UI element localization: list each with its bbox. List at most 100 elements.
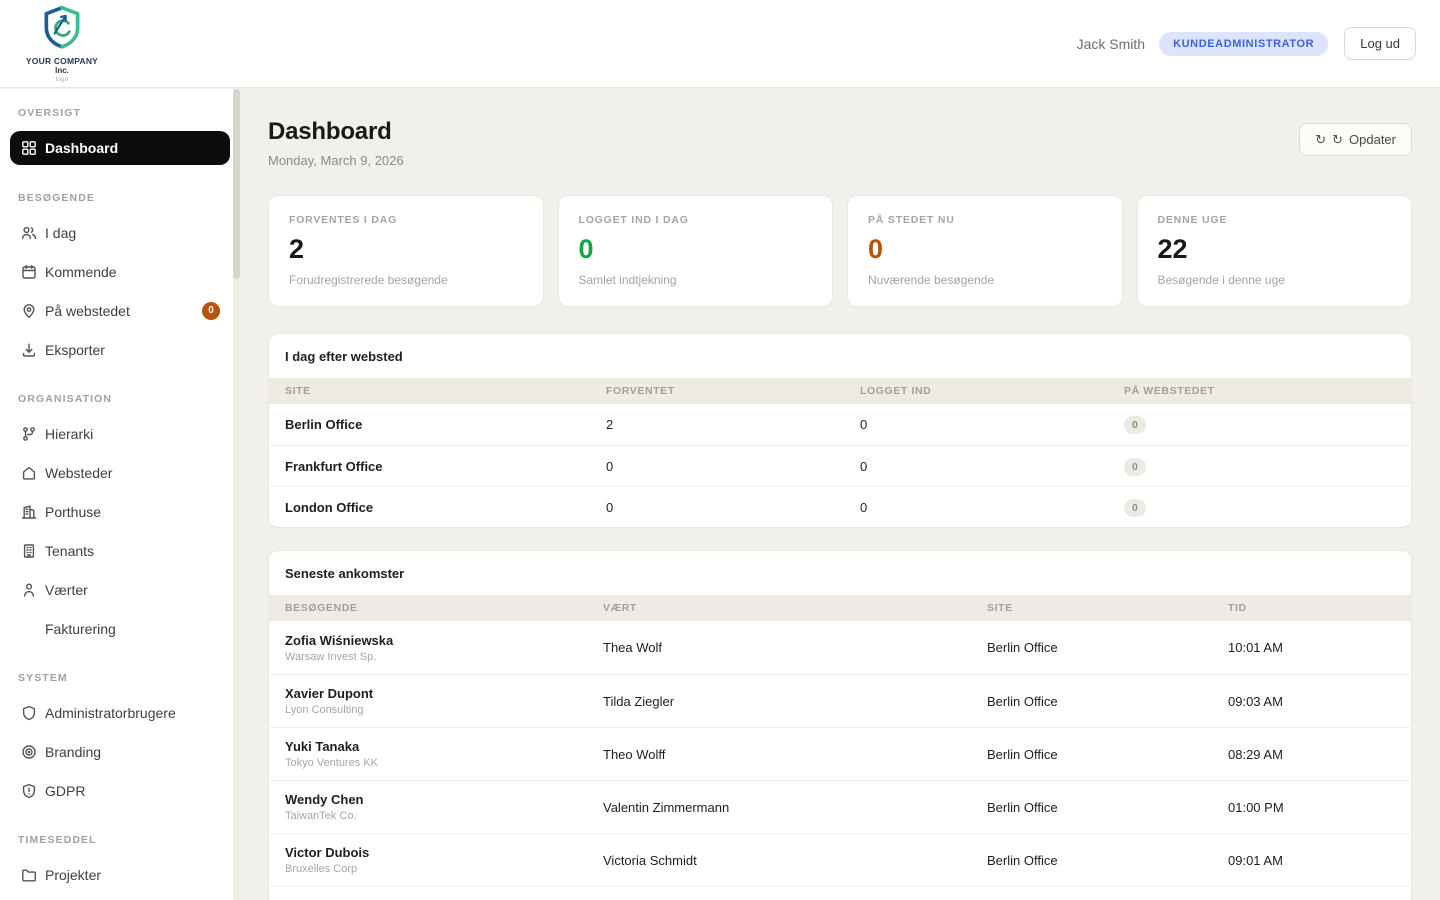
sidebar-item-label: Administratorbrugere (45, 705, 176, 721)
sidebar-item-label: Projekter (45, 867, 101, 883)
table-row[interactable]: Berlin Office200 (269, 404, 1411, 445)
sidebar-item-gennemg-og-godkend[interactable]: Gennemgå og godkend (10, 894, 230, 900)
sidebar-item-label: I dag (45, 225, 76, 241)
stat-value: 2 (289, 236, 523, 263)
table-row[interactable]: Uma Patel (269, 886, 1411, 900)
home-icon (21, 465, 37, 481)
stat-sublabel: Besøgende i denne uge (1158, 273, 1392, 287)
logged-in-cell: 0 (860, 417, 1124, 432)
stat-value: 0 (579, 236, 813, 263)
time-cell: 09:01 AM (1228, 853, 1395, 868)
table-row[interactable]: Victor DuboisBruxelles CorpVictoria Schm… (269, 833, 1411, 886)
site-cell: Berlin Office (285, 417, 606, 432)
sidebar-scrollbar-thumb[interactable] (233, 89, 240, 279)
site-table-body: Berlin Office200Frankfurt Office000Londo… (269, 404, 1411, 527)
sidebar-item-v-rter[interactable]: Værter (10, 570, 230, 609)
visitor-cell: Zofia WiśniewskaWarsaw Invest Sp. (285, 633, 603, 663)
sidebar-item-administratorbrugere[interactable]: Administratorbrugere (10, 693, 230, 732)
company-logo[interactable]: YOUR COMPANY Inc. logo (20, 4, 104, 83)
visitor-company: Bruxelles Corp (285, 863, 603, 875)
on-site-badge: 0 (1124, 458, 1146, 476)
stat-sublabel: Nuværende besøgende (868, 273, 1102, 287)
sidebar-scrollbar-track[interactable] (233, 89, 240, 900)
table-row[interactable]: Wendy ChenTaiwanTek Co.Valentin Zimmerma… (269, 780, 1411, 833)
column-header: SITE (987, 602, 1228, 614)
sidebar-section-label: ORGANISATION (0, 369, 240, 414)
sidebar-item-tenants[interactable]: Tenants (10, 531, 230, 570)
target-icon (21, 744, 37, 760)
stat-card-p-stedet-nu: PÅ STEDET NU0Nuværende besøgende (847, 195, 1123, 307)
time-cell: 08:29 AM (1228, 747, 1395, 762)
expected-cell: 0 (606, 500, 860, 515)
sidebar-item-dashboard[interactable]: Dashboard (10, 131, 230, 165)
sidebar-item-i-dag[interactable]: I dag (10, 213, 230, 252)
sidebar-section-label: OVERSIGT (0, 89, 240, 128)
sidebar-item-websteder[interactable]: Websteder (10, 453, 230, 492)
logo-inc-text: Inc. (55, 66, 69, 75)
stat-card-denne-uge: DENNE UGE22Besøgende i denne uge (1137, 195, 1413, 307)
sidebar-section: OVERSIGTDashboard (0, 89, 240, 165)
stat-label: DENNE UGE (1158, 214, 1392, 226)
sidebar-section: SYSTEM Administratorbrugere BrandingGDPR (0, 648, 240, 810)
dashboard-grid-icon (21, 140, 37, 156)
stat-card-logget-ind-i-dag: LOGGET IND I DAG0Samlet indtjekning (558, 195, 834, 307)
table-row[interactable]: Yuki TanakaTokyo Ventures KKTheo WolffBe… (269, 727, 1411, 780)
on-site-badge: 0 (1124, 499, 1146, 517)
sidebar-item-label: Eksporter (45, 342, 105, 358)
sidebar-section-label: BESØGENDE (0, 168, 240, 213)
visitor-company: Lyon Consulting (285, 704, 603, 716)
sidebar-item-porthuse[interactable]: Porthuse (10, 492, 230, 531)
logout-button[interactable]: Log ud (1344, 27, 1416, 60)
site-cell: Berlin Office (987, 747, 1228, 762)
sidebar-item-label: Tenants (45, 543, 94, 559)
table-row[interactable]: Xavier DupontLyon ConsultingTilda Ziegle… (269, 674, 1411, 727)
person-icon (21, 582, 37, 598)
logo-shield-icon (40, 4, 84, 55)
visitor-name: Wendy Chen (285, 792, 603, 807)
stats-row: FORVENTES I DAG2Forudregistrerede besøge… (268, 195, 1412, 307)
sidebar-item-branding[interactable]: Branding (10, 732, 230, 771)
sidebar-item-label: Fakturering (45, 621, 116, 637)
stat-label: FORVENTES I DAG (289, 214, 523, 226)
site-cell: Berlin Office (987, 800, 1228, 815)
shield-icon (21, 705, 37, 721)
sidebar-item-projekter[interactable]: Projekter (10, 855, 230, 894)
visitor-name: Xavier Dupont (285, 686, 603, 701)
table-row[interactable]: London Office000 (269, 486, 1411, 527)
column-header: LOGGET IND (860, 385, 1124, 397)
sidebar-item-label: Websteder (45, 465, 112, 481)
column-header: VÆRT (603, 602, 987, 614)
visitor-company: Warsaw Invest Sp. (285, 651, 603, 663)
sidebar-item-label: Hierarki (45, 426, 93, 442)
sidebar-item-eksporter[interactable]: Eksporter (10, 330, 230, 369)
sidebar-item-p-webstedet[interactable]: På webstedet 0 (10, 291, 230, 330)
sidebar-item-label: Værter (45, 582, 88, 598)
page: YOUR COMPANY Inc. logo Jack Smith KUNDEA… (0, 0, 1440, 900)
refresh-button[interactable]: ↻ ↻ Opdater (1299, 123, 1412, 156)
visitor-company: TaiwanTek Co. (285, 810, 603, 822)
arrivals-table-title: Seneste ankomster (269, 551, 1411, 595)
page-date: Monday, March 9, 2026 (268, 153, 404, 168)
sidebar-item-fakturering[interactable]: Fakturering (10, 609, 230, 648)
site-cell: Berlin Office (987, 640, 1228, 655)
sidebar-item-label: På webstedet (45, 303, 130, 319)
role-badge: KUNDEADMINISTRATOR (1159, 32, 1328, 56)
logged-in-cell: 0 (860, 459, 1124, 474)
sidebar-section: TIMESEDDELProjekterGennemgå og godkendEk… (0, 810, 240, 900)
sidebar-item-gdpr[interactable]: GDPR (10, 771, 230, 810)
sidebar-item-hierarki[interactable]: Hierarki (10, 414, 230, 453)
table-row[interactable]: Frankfurt Office000 (269, 445, 1411, 486)
map-pin-icon (21, 303, 37, 319)
table-row[interactable]: Zofia WiśniewskaWarsaw Invest Sp.Thea Wo… (269, 621, 1411, 674)
hierarchy-icon (21, 426, 37, 442)
page-title: Dashboard (268, 118, 404, 146)
stat-sublabel: Samlet indtjekning (579, 273, 813, 287)
arrivals-table-header: BESØGENDEVÆRTSITETID (269, 595, 1411, 621)
sidebar-item-kommende[interactable]: Kommende (10, 252, 230, 291)
visitor-cell: Victor DuboisBruxelles Corp (285, 845, 603, 875)
site-table-title: I dag efter websted (269, 334, 1411, 378)
count-badge: 0 (202, 302, 220, 320)
header-right: Jack Smith KUNDEADMINISTRATOR Log ud (1077, 27, 1416, 60)
sidebar-section-label: SYSTEM (0, 648, 240, 693)
stat-value: 0 (868, 236, 1102, 263)
